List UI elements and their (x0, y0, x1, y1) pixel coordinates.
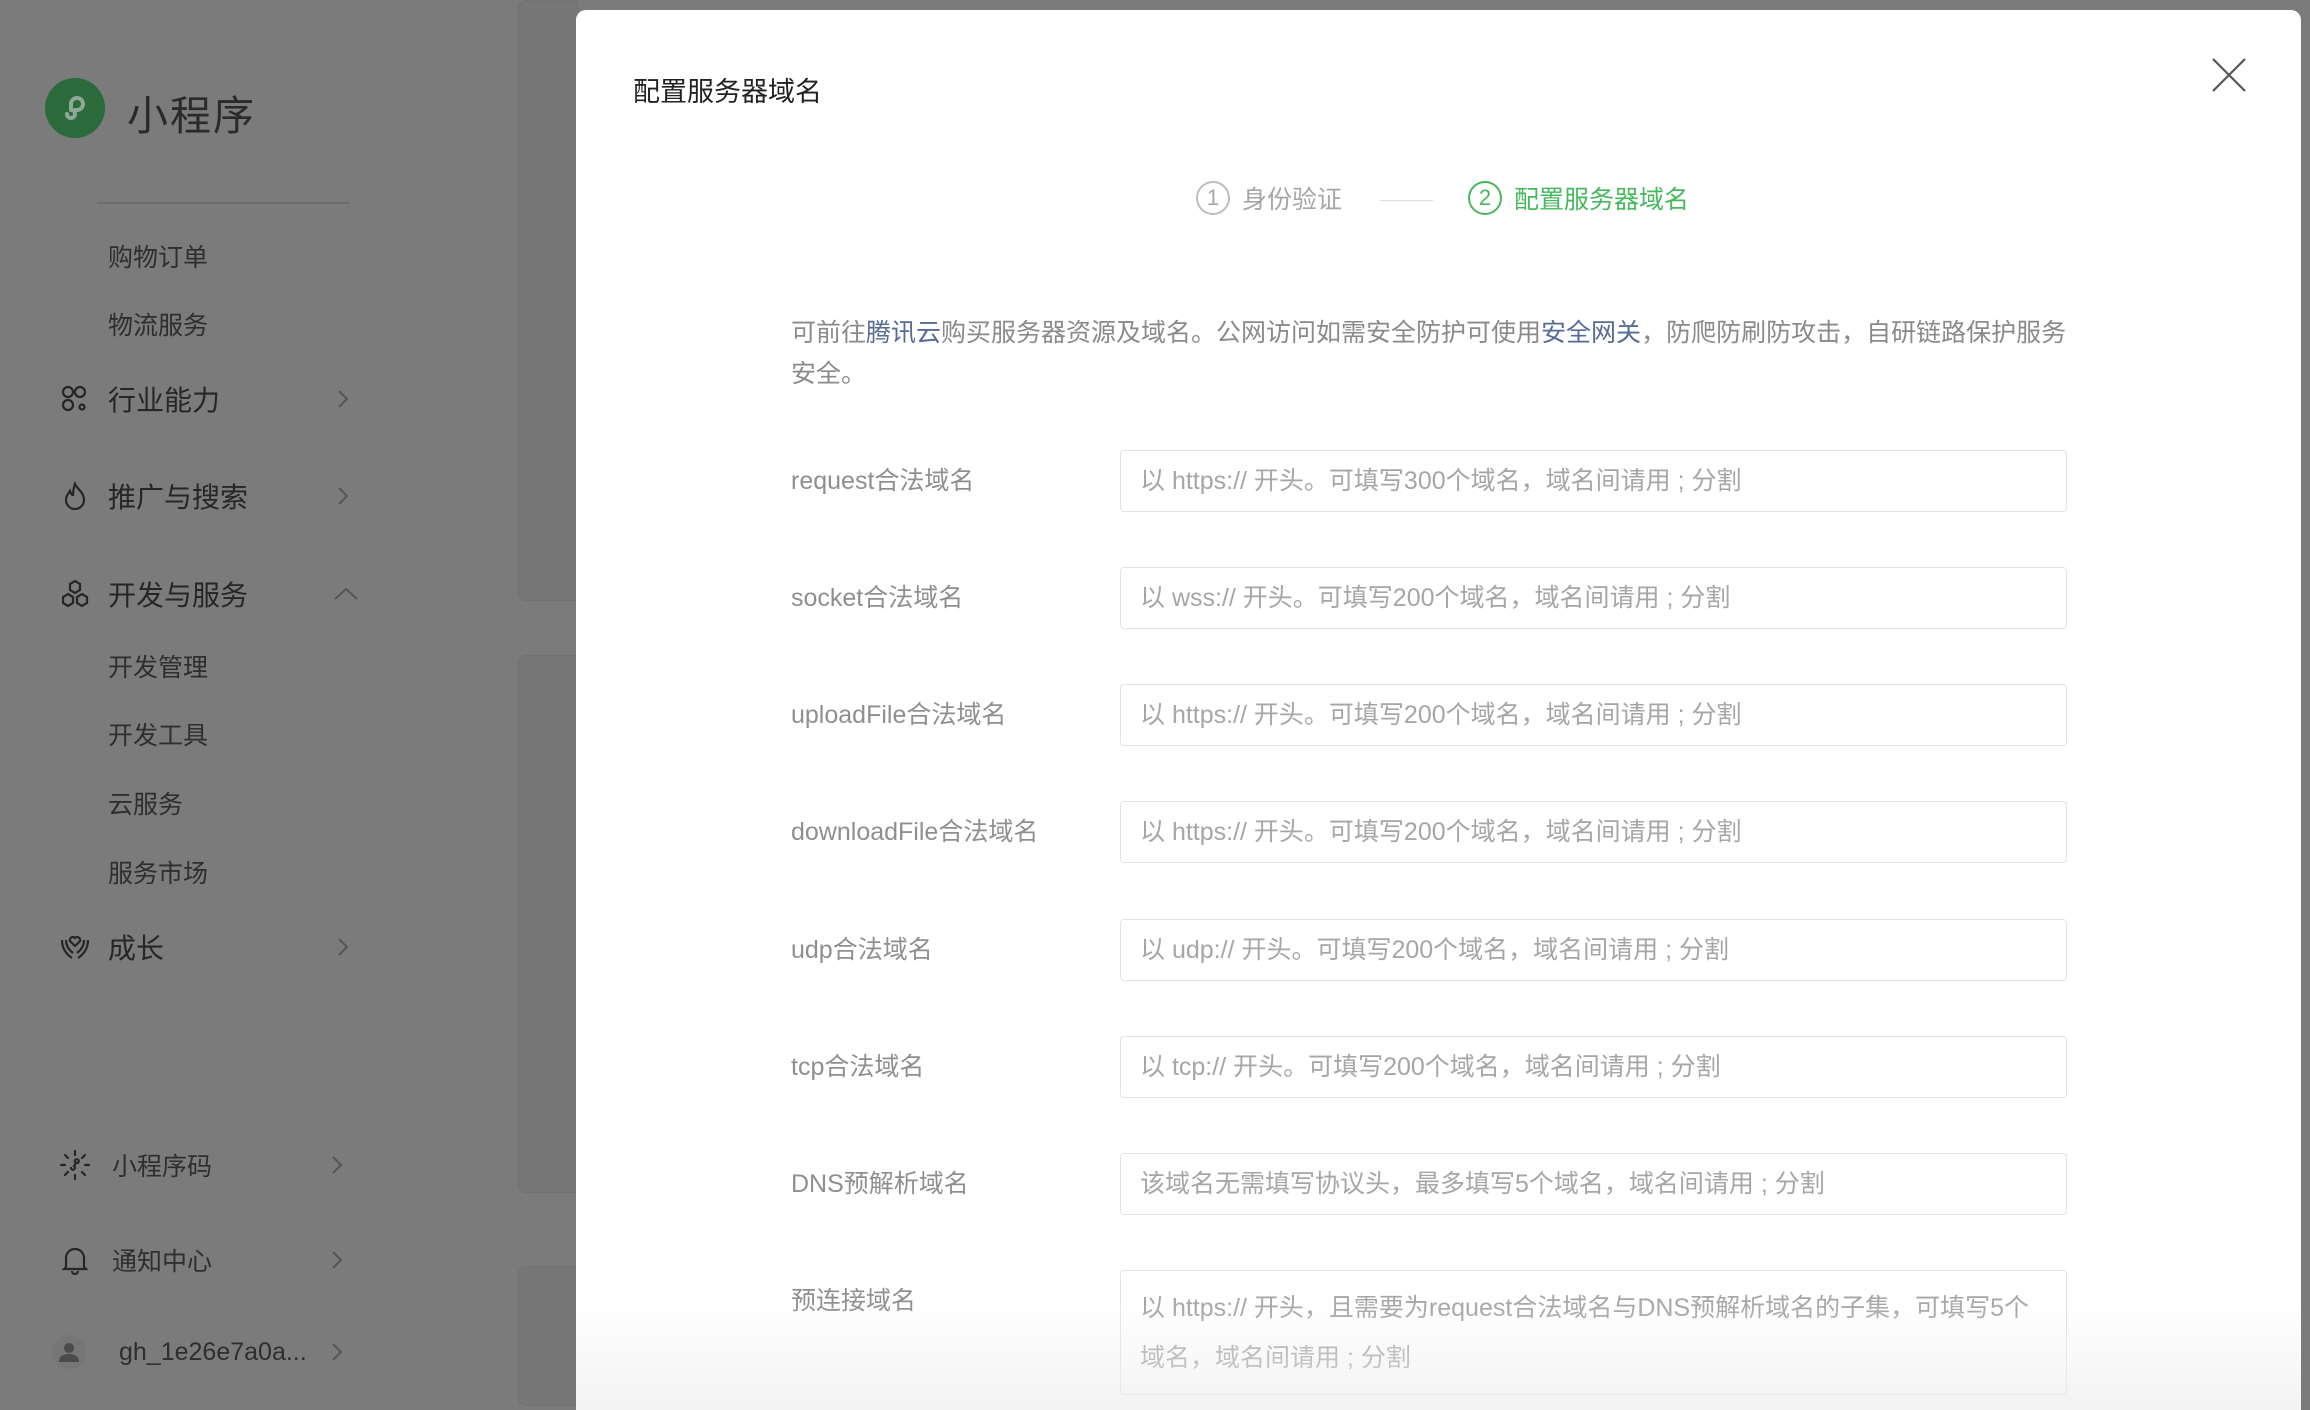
divider (97, 202, 349, 204)
tencent-cloud-link[interactable]: 腾讯云 (866, 319, 941, 347)
chevron-right-icon (332, 1343, 343, 1361)
sidebar-item-account[interactable]: gh_1e26e7a0a... (0, 1327, 380, 1377)
step-label: 身份验证 (1242, 186, 1343, 214)
sidebar-item-promotion[interactable]: 推广与搜索 (0, 471, 380, 521)
sidebar-item-dev-services[interactable]: 开发与服务 (0, 569, 380, 619)
step-number: 2 (1468, 181, 1502, 215)
sidebar-item-label: 服务市场 (108, 860, 209, 888)
chevron-right-icon (338, 390, 349, 408)
dialog-title: 配置服务器域名 (633, 77, 822, 107)
avatar-icon (52, 1335, 86, 1369)
sidebar-item-notification-center[interactable]: 通知中心 (0, 1235, 380, 1285)
sidebar-item-label: 云服务 (108, 791, 184, 819)
field-label: uploadFile合法域名 (791, 701, 1007, 729)
preconnect-domain-input[interactable] (1120, 1270, 2067, 1395)
bell-icon (58, 1243, 92, 1277)
sidebar-item-label: 通知中心 (112, 1248, 213, 1276)
chevron-right-icon (332, 1251, 343, 1269)
sidebar-item-label: 开发管理 (108, 654, 209, 682)
desc-text: 可前往 (791, 319, 867, 347)
download-file-domain-input[interactable] (1120, 801, 2067, 863)
chevron-right-icon (332, 1156, 343, 1174)
sidebar-item-label: 开发与服务 (108, 580, 249, 611)
close-icon[interactable] (2211, 57, 2247, 93)
socket-domain-input[interactable] (1120, 567, 2067, 629)
sidebar-item-label: 小程序码 (112, 1153, 213, 1181)
sidebar-item-mini-program-code[interactable]: 小程序码 (0, 1140, 380, 1190)
tcp-domain-input[interactable] (1120, 1036, 2067, 1098)
nodes-icon (58, 382, 92, 416)
sidebar-item-label: 物流服务 (108, 312, 209, 340)
field-label: DNS预解析域名 (791, 1170, 969, 1198)
flame-icon (58, 479, 92, 513)
configure-server-domain-dialog: 配置服务器域名 1 身份验证 2 配置服务器域名 可前往腾讯云购买服务器资源及域… (576, 10, 2301, 1410)
sidebar-item-shopping-orders[interactable]: 购物订单 (0, 231, 380, 281)
app-title: 小程序 (127, 93, 256, 139)
request-domain-input[interactable] (1120, 450, 2067, 512)
sidebar-item-service-market[interactable]: 服务市场 (0, 847, 380, 897)
sidebar-item-label: 行业能力 (108, 385, 221, 416)
dns-prefetch-domain-input[interactable] (1120, 1153, 2067, 1215)
sidebar-item-label: 购物订单 (108, 244, 209, 272)
field-label: udp合法域名 (791, 936, 933, 964)
background-card (518, 1266, 578, 1406)
field-label: downloadFile合法域名 (791, 818, 1039, 846)
hexagons-icon (58, 577, 92, 611)
sidebar-item-label: 开发工具 (108, 722, 209, 750)
sidebar-item-industry[interactable]: 行业能力 (0, 374, 380, 424)
sidebar-item-label: 推广与搜索 (108, 482, 249, 513)
field-label: socket合法域名 (791, 584, 964, 612)
chevron-right-icon (338, 487, 349, 505)
background-card (518, 0, 578, 601)
mini-program-code-icon (58, 1148, 92, 1182)
stepper: 1 身份验证 2 配置服务器域名 (576, 180, 2301, 220)
step-identity-verification: 1 身份验证 (1196, 180, 1342, 216)
mini-program-logo-icon (45, 78, 105, 138)
sidebar-item-growth[interactable]: 成长 (0, 922, 380, 972)
field-label: tcp合法域名 (791, 1053, 925, 1081)
sidebar-item-logistics[interactable]: 物流服务 (0, 299, 380, 349)
sidebar-item-cloud-service[interactable]: 云服务 (0, 778, 380, 828)
step-label: 配置服务器域名 (1514, 186, 1690, 214)
background-card (518, 655, 578, 1193)
step-connector (1380, 200, 1433, 201)
sidebar: 小程序 购物订单 物流服务 行业能力 推广与搜索 开发与服务 开发管理 开发工具… (0, 0, 518, 1406)
step-number: 1 (1196, 181, 1230, 215)
security-gateway-link[interactable]: 安全网关 (1541, 319, 1641, 347)
chevron-right-icon (338, 938, 349, 956)
account-name: gh_1e26e7a0a... (119, 1337, 307, 1366)
chevron-up-icon (334, 587, 358, 600)
sidebar-item-dev-tools[interactable]: 开发工具 (0, 709, 380, 759)
field-label: 预连接域名 (791, 1287, 917, 1315)
field-label: request合法域名 (791, 467, 975, 495)
desc-text: 购买服务器资源及域名。公网访问如需安全防护可使用 (941, 319, 1542, 347)
sidebar-item-dev-management[interactable]: 开发管理 (0, 641, 380, 691)
hands-heart-icon (58, 930, 92, 964)
step-configure-domain: 2 配置服务器域名 (1468, 180, 1689, 216)
description: 可前往腾讯云购买服务器资源及域名。公网访问如需安全防护可使用安全网关，防爬防刷防… (791, 313, 2091, 395)
sidebar-item-label: 成长 (108, 933, 165, 964)
udp-domain-input[interactable] (1120, 919, 2067, 981)
upload-file-domain-input[interactable] (1120, 684, 2067, 746)
